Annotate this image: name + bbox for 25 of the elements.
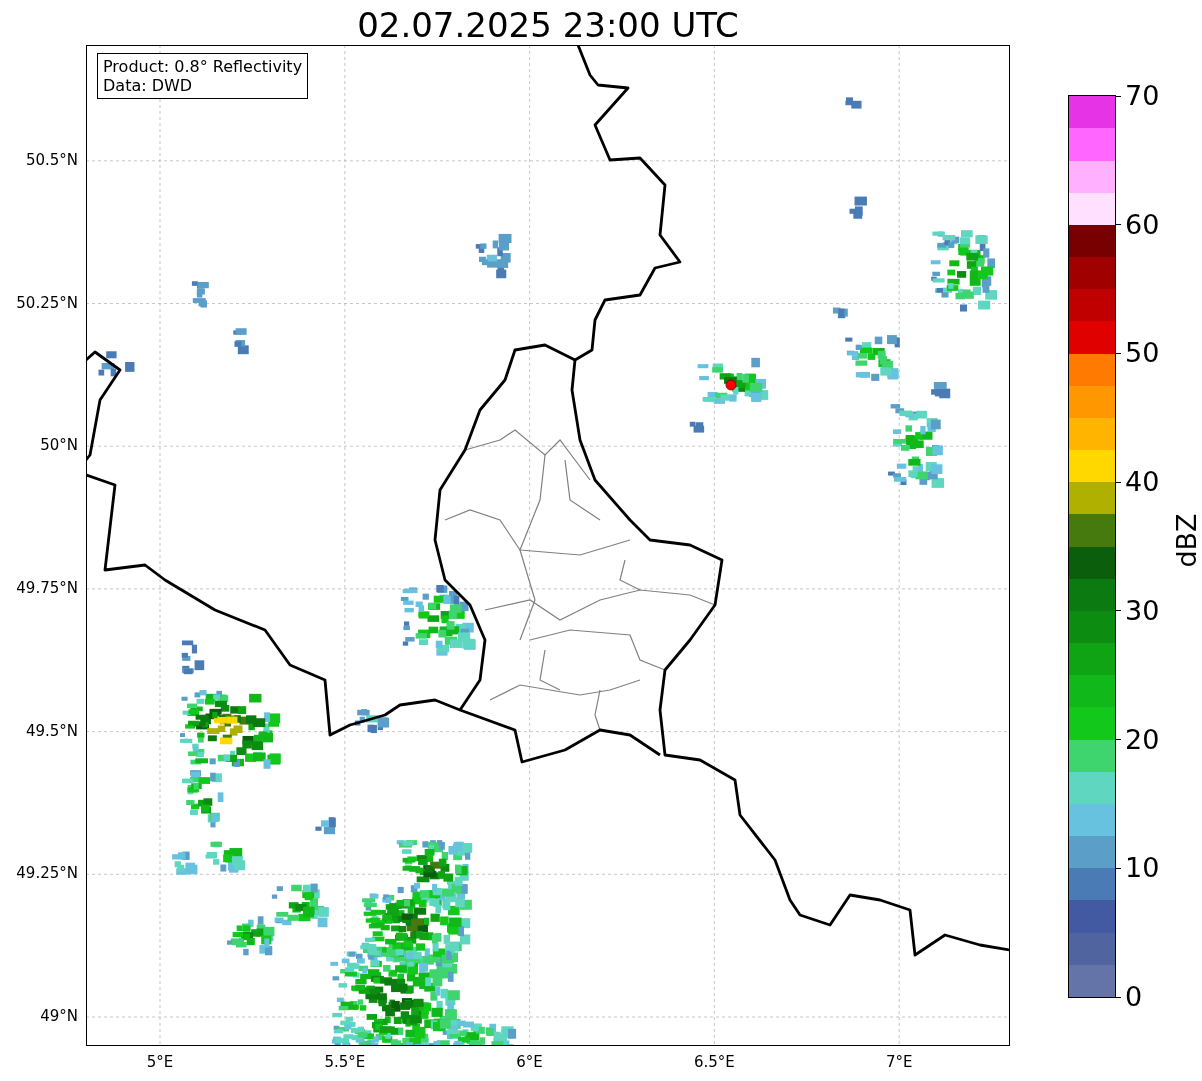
longitude-label: 5.5°E [323,1053,367,1071]
colorbar-label: dBZ [1170,512,1202,570]
latitude-label: 50.5°N [25,150,78,169]
colorbar-tick-label: 50 [1115,337,1160,370]
longitude-label: 7°E [884,1053,914,1071]
colorbar-tick-label: 30 [1115,594,1160,627]
latitude-label: 50.25°N [16,293,78,312]
colorbar-tick-label: 70 [1115,80,1160,112]
latitude-label: 49.5°N [25,721,78,740]
colorbar-tick-label: 20 [1115,723,1160,756]
info-text: Data: DWD [103,76,194,95]
latitude-label: 49.75°N [16,578,78,597]
location-dot [725,379,737,391]
chart-title: 02.07.2025 23:00 UTC [356,4,740,45]
latitude-label: 50°N [40,436,78,455]
longitude-label: 6°E [515,1053,544,1071]
latitude-label: 49.25°N [16,864,78,883]
colorbar-tick-label: 40 [1115,466,1160,499]
latitude-label: 49°N [40,1007,78,1025]
colorbar-tick-label: 10 [1115,852,1160,885]
colorbar-tick-label: 0 [1115,981,1143,1013]
longitude-label: 6.5°E [692,1053,736,1071]
info-text: Product: 0.8° Reflectivity [103,57,303,76]
colorbar-tick-label: 60 [1115,208,1160,241]
longitude-label: 5°E [145,1053,175,1071]
